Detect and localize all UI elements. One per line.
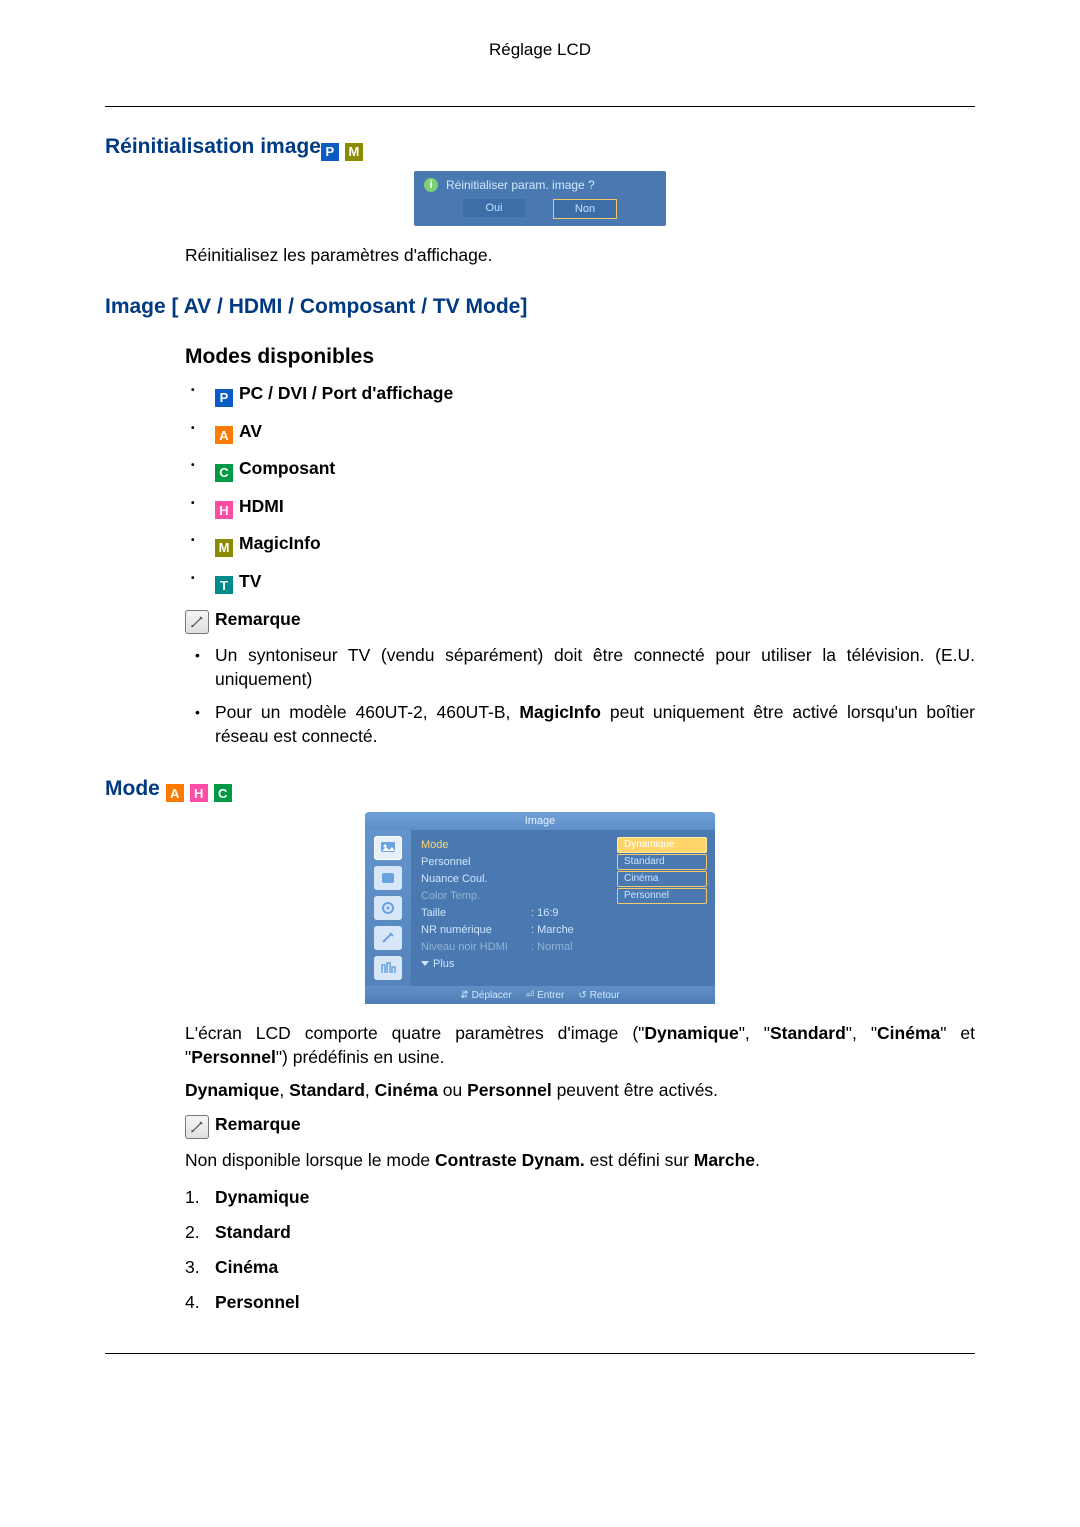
heading-reinit-text: Réinitialisation image	[105, 135, 321, 158]
list-item: P PC / DVI / Port d'affichage	[185, 383, 975, 407]
dialog-question: Réinitialiser param. image ?	[446, 178, 595, 192]
list-item: Pour un modèle 460UT-2, 460UT-B, MagicIn…	[185, 701, 975, 748]
osd-footer: Déplacer Entrer Retour	[365, 986, 715, 1004]
osd-item-personnel: Personnel	[421, 856, 531, 868]
footer-rule	[105, 1353, 975, 1354]
note-pre: Pour un modèle 460UT-2, 460UT-B,	[215, 702, 519, 722]
badge-p-icon: P	[215, 389, 233, 407]
osd-tab-input-icon	[374, 956, 402, 980]
heading-modes-disponibles: Modes disponibles	[185, 345, 975, 369]
osd-opt-standard: Standard	[617, 854, 707, 870]
mode-description: L'écran LCD comporte quatre paramètres d…	[185, 1022, 975, 1069]
osd-panel: Image Mode Dynamique Personnel Standard Nu…	[365, 812, 715, 1004]
header-rule	[105, 106, 975, 107]
mode-label: TV	[239, 571, 261, 591]
osd-item-taille: Taille	[421, 907, 531, 919]
mode-label: Composant	[239, 458, 335, 478]
osd-opt-dynamique: Dynamique	[617, 837, 707, 853]
list-item: Un syntoniseur TV (vendu séparément) doi…	[185, 644, 975, 691]
badge-t-icon: T	[215, 576, 233, 594]
mode-remarque-text: Non disponible lorsque le mode Contraste…	[185, 1149, 975, 1173]
reset-description: Réinitialisez les paramètres d'affichage…	[185, 244, 975, 268]
remarque-label: Remarque	[215, 609, 301, 629]
list-item: Cinéma	[185, 1257, 975, 1278]
badge-c-icon: C	[215, 464, 233, 482]
osd-title: Image	[365, 812, 715, 830]
note-icon	[185, 1115, 209, 1139]
note-bold: MagicInfo	[519, 702, 601, 722]
osd-item-nr: NR numérique	[421, 924, 531, 936]
osd-menu: Mode Dynamique Personnel Standard Nuance C…	[411, 830, 715, 986]
list-item: H HDMI	[185, 496, 975, 520]
list-item: M MagicInfo	[185, 533, 975, 557]
osd-hint-move: Déplacer	[460, 990, 511, 1001]
heading-image-modes: Image [ AV / HDMI / Composant / TV Mode]	[105, 295, 975, 319]
badge-a-icon: A	[215, 426, 233, 444]
badge-m-icon: M	[345, 143, 363, 161]
list-item: Dynamique	[185, 1187, 975, 1208]
badge-a-icon: A	[166, 784, 184, 802]
list-item: A AV	[185, 421, 975, 445]
list-item: Standard	[185, 1222, 975, 1243]
badge-h-icon: H	[190, 784, 208, 802]
list-item: T TV	[185, 571, 975, 595]
osd-hint-enter: Entrer	[526, 990, 565, 1001]
osd-val-taille: 16:9	[531, 907, 707, 919]
badge-m-icon: M	[215, 539, 233, 557]
osd-item-colortemp: Color Temp.	[421, 890, 531, 902]
note-icon	[185, 610, 209, 634]
remarque-list: Un syntoniseur TV (vendu séparément) doi…	[185, 644, 975, 749]
dialog-no-button: Non	[553, 199, 617, 219]
mode-label: MagicInfo	[239, 533, 321, 553]
modes-list: P PC / DVI / Port d'affichage A AV C Compos…	[185, 383, 975, 594]
badge-p-icon: P	[321, 143, 339, 161]
mode-activation-line: Dynamique, Standard, Cinéma ou Personnel…	[185, 1079, 975, 1103]
osd-val-nr: Marche	[531, 924, 707, 936]
osd-opt-personnel: Personnel	[617, 888, 707, 904]
mode-label: AV	[239, 421, 262, 441]
osd-item-nuance: Nuance Coul.	[421, 873, 531, 885]
osd-sidebar	[365, 830, 411, 986]
osd-item-mode: Mode	[421, 839, 531, 851]
osd-figure: Image Mode Dynamique Personnel Standard Nu…	[105, 812, 975, 1004]
heading-reinit: Réinitialisation imagePM	[105, 135, 975, 161]
heading-mode-text: Mode	[105, 777, 166, 800]
reset-dialog: i Réinitialiser param. image ? Oui Non	[414, 171, 666, 226]
osd-tab-image-icon	[374, 836, 402, 860]
osd-tab-tools-icon	[374, 926, 402, 950]
mode-options-list: Dynamique Standard Cinéma Personnel	[185, 1187, 975, 1313]
osd-item-niveau: Niveau noir HDMI	[421, 941, 531, 953]
osd-hint-return: Retour	[578, 990, 619, 1001]
osd-item-plus: Plus	[433, 958, 454, 970]
chevron-down-icon	[421, 961, 429, 966]
osd-opt-cinema: Cinéma	[617, 871, 707, 887]
page-header: Réglage LCD	[105, 40, 975, 66]
info-icon: i	[424, 178, 438, 192]
mode-label: HDMI	[239, 496, 284, 516]
remarque-label: Remarque	[215, 1114, 301, 1134]
reset-dialog-figure: i Réinitialiser param. image ? Oui Non	[105, 171, 975, 226]
osd-tab-setup-icon	[374, 896, 402, 920]
osd-val-niveau: Normal	[531, 941, 707, 953]
list-item: Personnel	[185, 1292, 975, 1313]
osd-tab-sound-icon	[374, 866, 402, 890]
badge-c-icon: C	[214, 784, 232, 802]
mode-label: PC / DVI / Port d'affichage	[239, 383, 453, 403]
badge-h-icon: H	[215, 501, 233, 519]
list-item: C Composant	[185, 458, 975, 482]
heading-mode: Mode AHC	[105, 777, 975, 803]
dialog-yes-button: Oui	[463, 199, 525, 217]
